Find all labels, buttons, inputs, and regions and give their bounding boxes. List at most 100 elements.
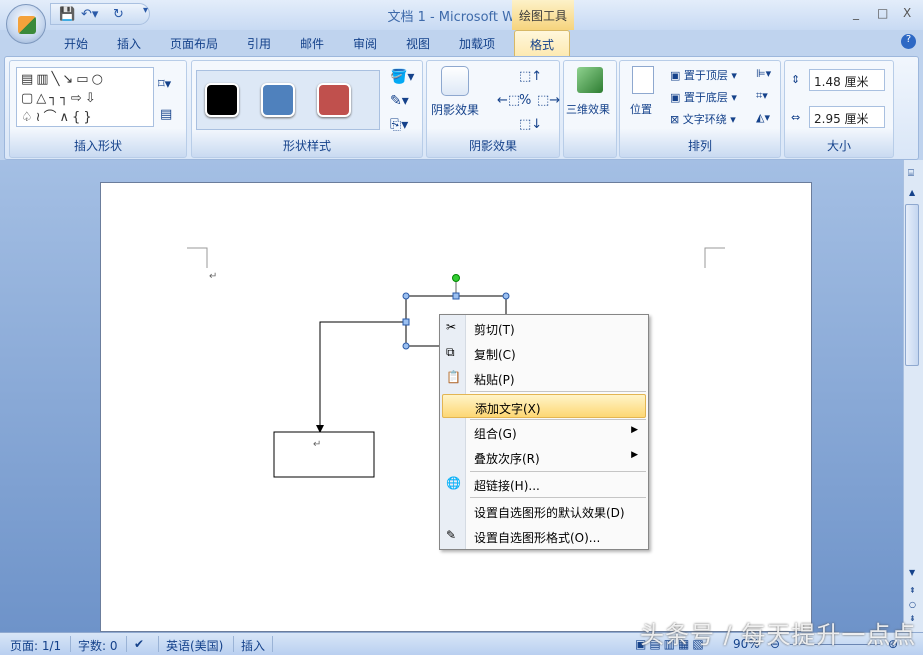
hyperlink-icon: 🌐 bbox=[446, 476, 461, 490]
group-arrange: 位置 ▣ 置于顶层 ▾ ▣ 置于底层 ▾ ⊠ 文字环绕 ▾ ⊫▾ ⌗▾ ◭▾ 排… bbox=[619, 60, 781, 158]
context-menu: ✂ 剪切(T) ⧉ 复制(C) 📋 粘贴(P) 添加文字(X) 组合(G) ▶ 叠放次序… bbox=[439, 314, 649, 550]
shapes-gallery[interactable]: ▤▥╲↘▭○ ▢△┐┐⇨⇩ ♤≀⌒∧{} bbox=[16, 67, 154, 127]
menu-item-cut[interactable]: ✂ 剪切(T) bbox=[442, 316, 646, 340]
3d-effects-button[interactable]: 三维效果 bbox=[566, 101, 610, 117]
tab-page-layout[interactable]: 页面布局 bbox=[170, 35, 218, 52]
menu-item-set-default[interactable]: 设置自选图形的默认效果(D) bbox=[442, 499, 646, 523]
rotate-icon[interactable]: ◭▾ bbox=[756, 111, 770, 124]
tab-format[interactable]: 格式 bbox=[514, 30, 570, 57]
watermark: 头条号 / 每天提升一点点 bbox=[640, 621, 917, 649]
tab-mailings[interactable]: 邮件 bbox=[300, 35, 324, 52]
position-button[interactable]: 位置 bbox=[630, 101, 652, 117]
elbow-connector bbox=[319, 321, 406, 427]
ribbon: ▤▥╲↘▭○ ▢△┐┐⇨⇩ ♤≀⌒∧{} ⌑▾ ▤ 插入形状 🪣▾ ✎▾ ⎘▾ 形状… bbox=[4, 56, 919, 160]
page-count[interactable]: 页面: 1/1 bbox=[10, 637, 61, 654]
word-count[interactable]: 字数: 0 bbox=[78, 637, 118, 654]
change-shape-icon[interactable]: ⎘▾ bbox=[390, 117, 408, 133]
send-to-back-button[interactable]: ▣ 置于底层 ▾ bbox=[670, 89, 737, 105]
shape-styles-gallery[interactable] bbox=[196, 70, 380, 130]
proofing-icon[interactable]: ✔ bbox=[134, 637, 144, 651]
style-swatch-blue[interactable] bbox=[261, 83, 295, 117]
tab-view[interactable]: 视图 bbox=[406, 35, 430, 52]
paragraph-mark: ↵ bbox=[313, 439, 322, 450]
nudge-down-icon[interactable]: ⬚↓ bbox=[519, 117, 542, 132]
save-icon[interactable]: 💾 bbox=[59, 7, 75, 22]
bring-to-front-label: 置于顶层 bbox=[683, 69, 728, 82]
scrollbar-thumb[interactable] bbox=[905, 204, 919, 366]
width-icon: ⇔ bbox=[791, 111, 801, 124]
ruler-toggle-icon[interactable]: ⌸ bbox=[908, 168, 914, 179]
scroll-up-icon[interactable]: ▲ bbox=[909, 188, 915, 197]
menu-item-copy[interactable]: ⧉ 复制(C) bbox=[442, 341, 646, 365]
group-size: ⇕ 1.48 厘米 ⇔ 2.95 厘米 大小 bbox=[784, 60, 894, 158]
fill-color-icon[interactable]: 🪣▾ bbox=[390, 69, 414, 85]
align-icon[interactable]: ⊫▾ bbox=[756, 67, 771, 80]
group-shape-styles: 🪣▾ ✎▾ ⎘▾ 形状样式 bbox=[191, 60, 423, 158]
width-input[interactable]: 2.95 厘米 bbox=[809, 106, 885, 128]
group-label: 大小 bbox=[826, 139, 851, 153]
outline-color-icon[interactable]: ✎▾ bbox=[390, 93, 409, 109]
copy-icon: ⧉ bbox=[446, 345, 455, 359]
customize-qat-icon[interactable]: ▾ bbox=[143, 5, 148, 16]
send-to-back-label: 置于底层 bbox=[683, 91, 728, 104]
height-input[interactable]: 1.48 厘米 bbox=[809, 69, 885, 91]
drawing-tools-label: 绘图工具 bbox=[512, 0, 574, 30]
quick-access-toolbar: 💾 ↶▾ ↻ bbox=[50, 3, 150, 25]
submenu-arrow-icon: ▶ bbox=[631, 450, 638, 460]
group-label: 排列 bbox=[687, 139, 712, 153]
paragraph-mark: ↵ bbox=[209, 271, 218, 282]
group-shadow-effects: 阴影效果 ⬚↑ ←⬚ % ⬚→ ⬚↓ 阴影效果 bbox=[426, 60, 560, 158]
minimize-button[interactable]: _ bbox=[853, 6, 859, 20]
redo-icon[interactable]: ↻ bbox=[113, 7, 124, 22]
submenu-arrow-icon: ▶ bbox=[631, 425, 638, 435]
tab-references[interactable]: 引用 bbox=[247, 35, 271, 52]
menu-item-paste[interactable]: 📋 粘贴(P) bbox=[442, 366, 646, 390]
target-rectangle bbox=[273, 431, 375, 478]
menu-item-group[interactable]: 组合(G) ▶ bbox=[442, 420, 646, 444]
tab-review[interactable]: 审阅 bbox=[353, 35, 377, 52]
group-label: 插入形状 bbox=[73, 139, 122, 153]
tab-insert[interactable]: 插入 bbox=[117, 35, 141, 52]
text-box-icon[interactable]: ▤ bbox=[160, 107, 172, 122]
maximize-button[interactable]: □ bbox=[877, 6, 888, 20]
office-button[interactable] bbox=[6, 4, 46, 44]
group-label: 阴影效果 bbox=[468, 139, 517, 153]
browse-object-icon[interactable]: ○ bbox=[909, 600, 916, 609]
shadow-effects-button[interactable]: 阴影效果 bbox=[431, 101, 479, 118]
undo-icon[interactable]: ↶▾ bbox=[81, 7, 98, 22]
close-button[interactable]: X bbox=[903, 6, 911, 20]
bring-to-front-button[interactable]: ▣ 置于顶层 ▾ bbox=[670, 67, 737, 83]
shadow-toggle-icon[interactable]: % bbox=[519, 93, 531, 108]
help-icon[interactable]: ? bbox=[901, 34, 916, 49]
nudge-right-icon[interactable]: ⬚→ bbox=[537, 93, 560, 108]
scroll-down-icon[interactable]: ▼ bbox=[909, 568, 915, 577]
tab-addins[interactable]: 加载项 bbox=[459, 35, 495, 52]
paste-icon: 📋 bbox=[446, 370, 461, 384]
language[interactable]: 英语(美国) bbox=[166, 637, 223, 654]
rotation-handle bbox=[452, 274, 460, 282]
style-swatch-red[interactable] bbox=[317, 83, 351, 117]
prev-page-icon[interactable]: ⇞ bbox=[909, 586, 916, 595]
margin-corner-marks bbox=[187, 247, 725, 268]
shadow-effects-icon bbox=[441, 66, 469, 96]
text-wrap-button[interactable]: ⊠ 文字环绕 ▾ bbox=[670, 111, 736, 127]
insert-mode[interactable]: 插入 bbox=[241, 637, 265, 654]
height-icon: ⇕ bbox=[791, 73, 801, 86]
nudge-up-icon[interactable]: ⬚↑ bbox=[519, 69, 542, 84]
group-icon[interactable]: ⌗▾ bbox=[756, 89, 768, 103]
text-wrap-label: 文字环绕 bbox=[682, 113, 727, 126]
edit-shape-icon[interactable]: ⌑▾ bbox=[158, 77, 171, 92]
office-logo-icon bbox=[18, 16, 36, 34]
menu-item-add-text[interactable]: 添加文字(X) bbox=[442, 394, 646, 418]
menu-item-format-shape[interactable]: ✎ 设置自选图形格式(O)... bbox=[442, 524, 646, 548]
style-swatch-black[interactable] bbox=[205, 83, 239, 117]
scissors-icon: ✂ bbox=[446, 320, 457, 334]
group-insert-shapes: ▤▥╲↘▭○ ▢△┐┐⇨⇩ ♤≀⌒∧{} ⌑▾ ▤ 插入形状 bbox=[9, 60, 187, 158]
3d-effects-icon bbox=[577, 67, 603, 93]
group-3d-effects: 三维效果 bbox=[563, 60, 617, 158]
ribbon-tabs: 开始 插入 页面布局 引用 邮件 审阅 视图 加载项 格式 ? bbox=[0, 30, 923, 57]
menu-item-order[interactable]: 叠放次序(R) ▶ bbox=[442, 445, 646, 469]
nudge-left-icon[interactable]: ←⬚ bbox=[497, 93, 520, 108]
menu-item-hyperlink[interactable]: 🌐 超链接(H)... bbox=[442, 472, 646, 496]
tab-home[interactable]: 开始 bbox=[64, 35, 88, 52]
